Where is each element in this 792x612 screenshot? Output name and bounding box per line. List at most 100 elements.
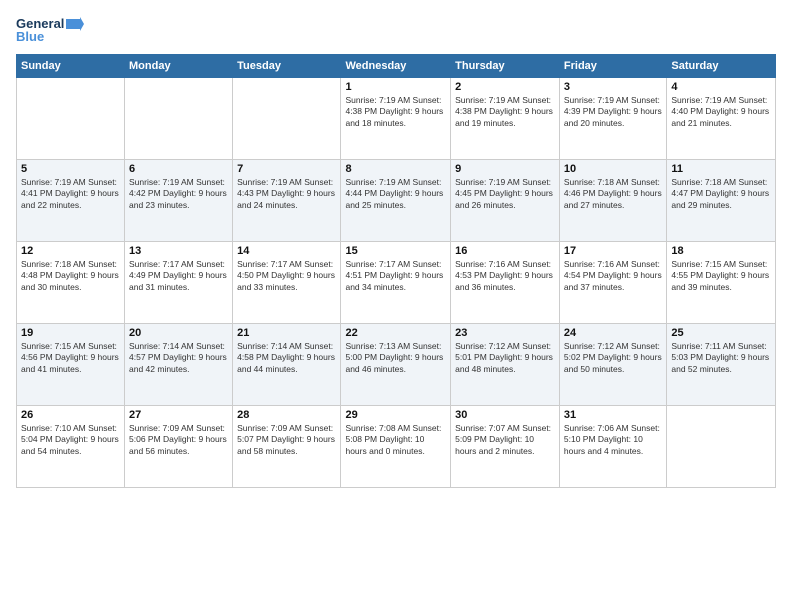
- day-info: Sunrise: 7:17 AM Sunset: 4:49 PM Dayligh…: [129, 259, 228, 293]
- day-info: Sunrise: 7:14 AM Sunset: 4:58 PM Dayligh…: [237, 341, 336, 375]
- day-info: Sunrise: 7:16 AM Sunset: 4:53 PM Dayligh…: [455, 259, 555, 293]
- calendar-week-2: 5 Sunrise: 7:19 AM Sunset: 4:41 PM Daylig…: [17, 160, 776, 242]
- logo-blue: Blue: [16, 29, 44, 44]
- calendar-day: 6Sunrise: 7:19 AM Sunset: 4:42 PM Daylig…: [125, 160, 233, 242]
- calendar-day: 1Sunrise: 7:19 AM Sunset: 4:38 PM Daylig…: [341, 78, 451, 160]
- day-number: 13: [129, 245, 228, 257]
- day-info: Sunrise: 7:15 AM Sunset: 4:55 PM Dayligh…: [671, 259, 771, 293]
- day-number: 12: [21, 245, 120, 257]
- day-info: Sunrise: 7:19 AM Sunset: 4:44 PM Dayligh…: [345, 177, 446, 211]
- day-info: Sunrise: 7:12 AM Sunset: 5:01 PM Dayligh…: [455, 341, 555, 375]
- weekday-header-tuesday: Tuesday: [233, 55, 341, 78]
- day-info: Sunrise: 7:08 AM Sunset: 5:08 PM Dayligh…: [345, 423, 446, 457]
- calendar-day: 18Sunrise: 7:15 AM Sunset: 4:55 PM Dayli…: [667, 242, 776, 324]
- calendar-header-row: SundayMondayTuesdayWednesdayThursdayFrid…: [17, 55, 776, 78]
- calendar-day: 21 Sunrise: 7:14 AM Sunset: 4:58 PM Dayli…: [233, 324, 341, 406]
- day-info: Sunrise: 7:13 AM Sunset: 5:00 PM Dayligh…: [345, 341, 446, 375]
- day-number: 10: [564, 163, 662, 175]
- calendar-day: 7 Sunrise: 7:19 AM Sunset: 4:43 PM Daylig…: [233, 160, 341, 242]
- day-info: Sunrise: 7:10 AM Sunset: 5:04 PM Dayligh…: [21, 423, 120, 457]
- day-number: 16: [455, 245, 555, 257]
- day-info: Sunrise: 7:19 AM Sunset: 4:38 PM Dayligh…: [455, 95, 555, 129]
- day-info: Sunrise: 7:19 AM Sunset: 4:41 PM Dayligh…: [21, 177, 120, 211]
- calendar-week-1: 1 Sunrise: 7:19 AM Sunset: 4:38 PM Daylig…: [17, 78, 776, 160]
- calendar-day: 3 Sunrise: 7:19 AM Sunset: 4:39 PM Daylig…: [559, 78, 666, 160]
- calendar-day: 31 Sunrise: 7:06 AM Sunset: 5:10 PM Dayli…: [559, 406, 666, 488]
- weekday-header-monday: Monday: [125, 55, 233, 78]
- day-number: 19: [21, 327, 120, 339]
- calendar-week-3: 12Sunrise: 7:18 AM Sunset: 4:48 PM Dayli…: [17, 242, 776, 324]
- calendar-day: 29 Sunrise: 7:08 AM Sunset: 5:08 PM Dayli…: [341, 406, 451, 488]
- calendar-table: SundayMondayTuesdayWednesdayThursdayFrid…: [16, 54, 776, 488]
- calendar-day: 15Sunrise: 7:17 AM Sunset: 4:51 PM Dayli…: [341, 242, 451, 324]
- day-info: Sunrise: 7:11 AM Sunset: 5:03 PM Dayligh…: [671, 341, 771, 375]
- day-number: 30: [455, 409, 555, 421]
- day-number: 5: [21, 163, 120, 175]
- day-number: 27: [129, 409, 228, 421]
- day-info: Sunrise: 7:09 AM Sunset: 5:06 PM Dayligh…: [129, 423, 228, 457]
- calendar-day: 16 Sunrise: 7:16 AM Sunset: 4:53 PM Dayli…: [451, 242, 560, 324]
- calendar-day: 27 Sunrise: 7:09 AM Sunset: 5:06 PM Dayli…: [125, 406, 233, 488]
- day-number: 24: [564, 327, 662, 339]
- weekday-header-thursday: Thursday: [451, 55, 560, 78]
- calendar-day: 10 Sunrise: 7:18 AM Sunset: 4:46 PM Dayli…: [559, 160, 666, 242]
- day-number: 4: [671, 81, 771, 93]
- day-info: Sunrise: 7:15 AM Sunset: 4:56 PM Dayligh…: [21, 341, 120, 375]
- day-number: 1: [345, 81, 446, 93]
- day-info: Sunrise: 7:09 AM Sunset: 5:07 PM Dayligh…: [237, 423, 336, 457]
- day-number: 31: [564, 409, 662, 421]
- weekday-header-friday: Friday: [559, 55, 666, 78]
- calendar-day: 13 Sunrise: 7:17 AM Sunset: 4:49 PM Dayli…: [125, 242, 233, 324]
- day-number: 25: [671, 327, 771, 339]
- day-info: Sunrise: 7:19 AM Sunset: 4:39 PM Dayligh…: [564, 95, 662, 129]
- page-header: General Blue: [16, 16, 776, 44]
- calendar-day: 4 Sunrise: 7:19 AM Sunset: 4:40 PM Daylig…: [667, 78, 776, 160]
- calendar-day: 5 Sunrise: 7:19 AM Sunset: 4:41 PM Daylig…: [17, 160, 125, 242]
- calendar-day: 14 Sunrise: 7:17 AM Sunset: 4:50 PM Dayli…: [233, 242, 341, 324]
- day-number: 14: [237, 245, 336, 257]
- calendar-week-4: 19 Sunrise: 7:15 AM Sunset: 4:56 PM Dayli…: [17, 324, 776, 406]
- day-number: 22: [345, 327, 446, 339]
- calendar-day: 26Sunrise: 7:10 AM Sunset: 5:04 PM Dayli…: [17, 406, 125, 488]
- calendar-day: [17, 78, 125, 160]
- day-info: Sunrise: 7:07 AM Sunset: 5:09 PM Dayligh…: [455, 423, 555, 457]
- day-info: Sunrise: 7:18 AM Sunset: 4:46 PM Dayligh…: [564, 177, 662, 211]
- day-number: 28: [237, 409, 336, 421]
- calendar-day: 28 Sunrise: 7:09 AM Sunset: 5:07 PM Dayli…: [233, 406, 341, 488]
- day-number: 21: [237, 327, 336, 339]
- day-info: Sunrise: 7:17 AM Sunset: 4:50 PM Dayligh…: [237, 259, 336, 293]
- calendar-day: 19 Sunrise: 7:15 AM Sunset: 4:56 PM Dayli…: [17, 324, 125, 406]
- day-info: Sunrise: 7:16 AM Sunset: 4:54 PM Dayligh…: [564, 259, 662, 293]
- day-info: Sunrise: 7:19 AM Sunset: 4:40 PM Dayligh…: [671, 95, 771, 129]
- day-number: 7: [237, 163, 336, 175]
- calendar-day: 30 Sunrise: 7:07 AM Sunset: 5:09 PM Dayli…: [451, 406, 560, 488]
- calendar-day: 20Sunrise: 7:14 AM Sunset: 4:57 PM Dayli…: [125, 324, 233, 406]
- day-info: Sunrise: 7:19 AM Sunset: 4:45 PM Dayligh…: [455, 177, 555, 211]
- logo-container: General Blue: [16, 16, 84, 44]
- day-info: Sunrise: 7:18 AM Sunset: 4:47 PM Dayligh…: [671, 177, 771, 211]
- calendar-day: 17 Sunrise: 7:16 AM Sunset: 4:54 PM Dayli…: [559, 242, 666, 324]
- calendar-day: [233, 78, 341, 160]
- day-info: Sunrise: 7:19 AM Sunset: 4:43 PM Dayligh…: [237, 177, 336, 211]
- calendar-day: 22 Sunrise: 7:13 AM Sunset: 5:00 PM Dayli…: [341, 324, 451, 406]
- day-number: 2: [455, 81, 555, 93]
- logo-arrow-icon: [66, 17, 84, 31]
- day-info: Sunrise: 7:19 AM Sunset: 4:42 PM Dayligh…: [129, 177, 228, 211]
- day-number: 20: [129, 327, 228, 339]
- calendar-day: 24 Sunrise: 7:12 AM Sunset: 5:02 PM Dayli…: [559, 324, 666, 406]
- weekday-header-sunday: Sunday: [17, 55, 125, 78]
- day-number: 9: [455, 163, 555, 175]
- calendar-week-5: 26Sunrise: 7:10 AM Sunset: 5:04 PM Dayli…: [17, 406, 776, 488]
- calendar-day: [125, 78, 233, 160]
- day-number: 3: [564, 81, 662, 93]
- weekday-header-saturday: Saturday: [667, 55, 776, 78]
- day-info: Sunrise: 7:06 AM Sunset: 5:10 PM Dayligh…: [564, 423, 662, 457]
- day-number: 29: [345, 409, 446, 421]
- day-number: 17: [564, 245, 662, 257]
- day-number: 8: [345, 163, 446, 175]
- day-info: Sunrise: 7:12 AM Sunset: 5:02 PM Dayligh…: [564, 341, 662, 375]
- calendar-day: [667, 406, 776, 488]
- calendar-day: 25 Sunrise: 7:11 AM Sunset: 5:03 PM Dayli…: [667, 324, 776, 406]
- day-number: 23: [455, 327, 555, 339]
- weekday-header-wednesday: Wednesday: [341, 55, 451, 78]
